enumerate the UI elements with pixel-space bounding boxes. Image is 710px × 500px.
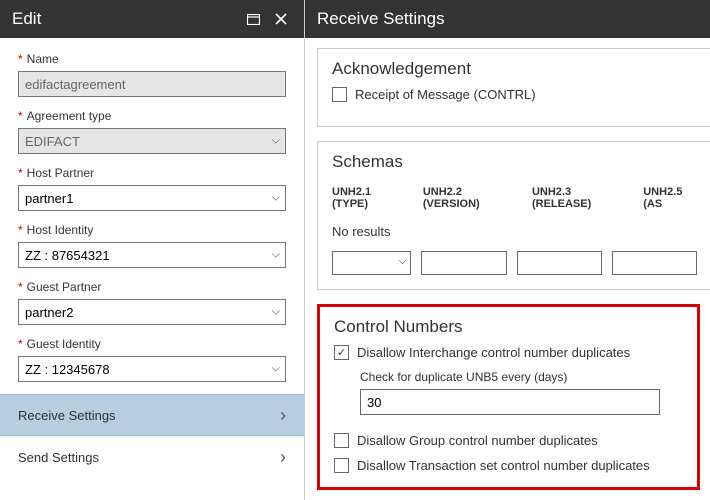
schema-h3: UNH2.3 (RELEASE) [532,186,621,210]
field-host-partner: *Host Partner ⌵ [18,166,286,211]
edit-title: Edit [12,9,41,29]
label-disallow-txn: Disallow Transaction set control number … [357,458,650,473]
section-schemas: Schemas UNH2.1 (TYPE) UNH2.2 (VERSION) U… [317,141,710,290]
receive-settings-pane: Receive Settings Acknowledgement Receipt… [305,0,710,500]
host-identity-select[interactable] [18,242,286,268]
checkbox-receipt[interactable] [332,87,347,102]
schema-h4: UNH2.5 (AS [643,186,697,210]
restore-window-icon[interactable] [242,8,264,30]
agreement-type-label: Agreement type [27,109,112,123]
host-partner-label: Host Partner [27,166,94,180]
edit-header: Edit [0,0,304,38]
guest-partner-label: Guest Partner [27,280,102,294]
schema-headers: UNH2.1 (TYPE) UNH2.2 (VERSION) UNH2.3 (R… [332,180,697,216]
chevron-down-icon: ⌵ [399,256,407,267]
block-check-duplicate: Check for duplicate UNB5 every (days) [360,370,683,415]
label-check-dup: Check for duplicate UNB5 every (days) [360,370,683,384]
guest-identity-select[interactable] [18,356,286,382]
schema-h1: UNH2.1 (TYPE) [332,186,401,210]
section-control-numbers: Control Numbers ✓ Disallow Interchange c… [317,304,700,490]
schema-version-input[interactable] [421,251,506,275]
schemas-title: Schemas [332,152,697,172]
host-identity-label: Host Identity [27,223,94,237]
input-check-dup-days[interactable] [360,389,660,415]
chevron-right-icon: › [280,447,286,468]
field-agreement-type: *Agreement type ⌵ [18,109,286,154]
chevron-right-icon: › [280,405,286,426]
ack-receipt-label: Receipt of Message (CONTRL) [355,87,536,102]
row-disallow-group[interactable]: Disallow Group control number duplicates [334,433,683,448]
row-disallow-txn[interactable]: Disallow Transaction set control number … [334,458,683,473]
field-host-identity: *Host Identity ⌵ [18,223,286,268]
name-label: Name [27,52,59,66]
schema-release-input[interactable] [517,251,602,275]
nav-send-label: Send Settings [18,450,99,465]
label-disallow-interchange: Disallow Interchange control number dupl… [357,345,630,360]
field-guest-partner: *Guest Partner ⌵ [18,280,286,325]
guest-identity-label: Guest Identity [27,337,101,351]
nav-receive-label: Receive Settings [18,408,116,423]
label-disallow-group: Disallow Group control number duplicates [357,433,598,448]
schema-input-row: ⌵ [332,251,697,275]
field-name: *Name [18,52,286,97]
receive-header: Receive Settings [305,0,710,38]
nav-receive-settings[interactable]: Receive Settings › [0,394,304,436]
ack-title: Acknowledgement [332,59,697,79]
close-icon[interactable] [270,8,292,30]
section-acknowledgement: Acknowledgement Receipt of Message (CONT… [317,48,710,127]
guest-partner-select[interactable] [18,299,286,325]
checkbox-disallow-interchange[interactable]: ✓ [334,345,349,360]
receive-title: Receive Settings [317,9,445,29]
schema-as-input[interactable] [612,251,697,275]
checkbox-disallow-group[interactable] [334,433,349,448]
control-title: Control Numbers [334,317,683,337]
agreement-type-select [18,128,286,154]
row-disallow-interchange[interactable]: ✓ Disallow Interchange control number du… [334,345,683,360]
field-guest-identity: *Guest Identity ⌵ [18,337,286,382]
schema-h2: UNH2.2 (VERSION) [423,186,510,210]
nav-send-settings[interactable]: Send Settings › [0,436,304,478]
name-input [18,71,286,97]
checkbox-disallow-txn[interactable] [334,458,349,473]
schema-type-select[interactable]: ⌵ [332,251,411,275]
schema-no-results: No results [332,216,697,251]
edit-pane: Edit *Name *Agreement type ⌵ * [0,0,305,500]
ack-receipt-row[interactable]: Receipt of Message (CONTRL) [332,87,697,102]
host-partner-select[interactable] [18,185,286,211]
